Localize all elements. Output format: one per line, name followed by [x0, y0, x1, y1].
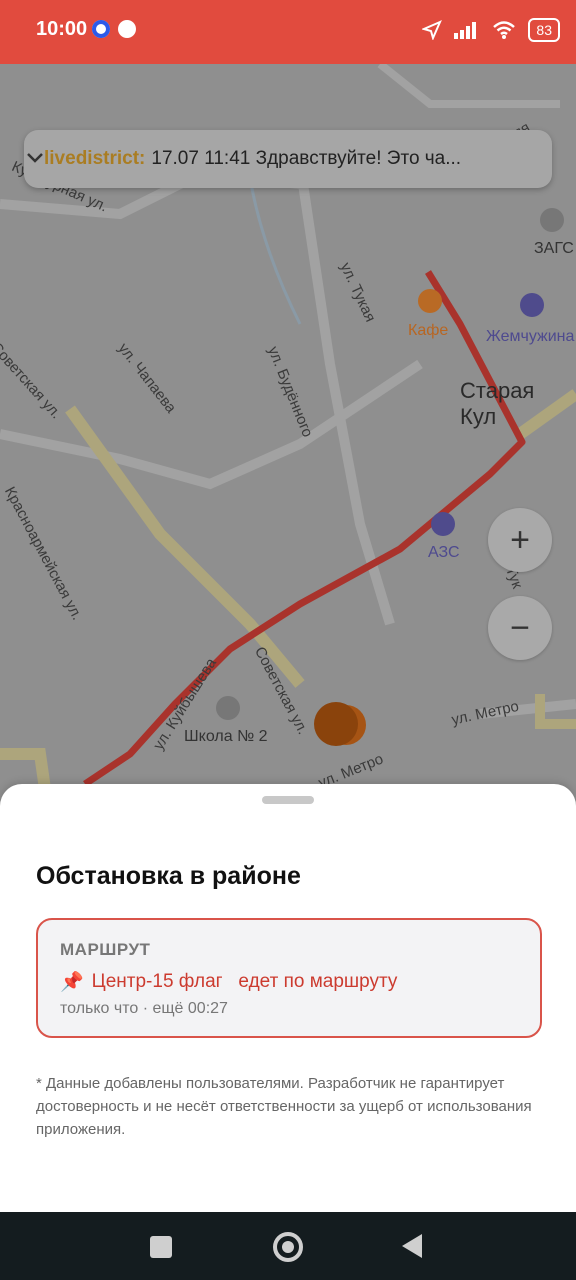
notification-user: livedistrict: [44, 148, 146, 169]
poi-zhemchuzhina[interactable]: Жемчужина [486, 328, 574, 346]
event-text: Центр-15 флаг едет по маршруту [91, 971, 398, 992]
event-meta: только что · ещё 00:27 [60, 1000, 228, 1017]
recent-apps-button[interactable] [150, 1236, 172, 1258]
sheet-title: Обстановка в районе [36, 862, 301, 890]
zoom-out-button[interactable]: − [488, 596, 552, 660]
home-button[interactable] [273, 1232, 303, 1262]
poi-azs[interactable]: АЗС [428, 544, 460, 562]
sheet-drag-handle[interactable] [262, 796, 314, 804]
chevron-down-icon[interactable] [24, 146, 46, 168]
status-time: 10:00 [36, 18, 88, 40]
district-label: Старая Кул [460, 378, 535, 429]
status-bar: 10:00 83 [0, 0, 576, 64]
app-notification-icon [118, 20, 136, 38]
poi-zags[interactable]: ЗАГС [534, 240, 574, 258]
bottom-sheet[interactable]: Обстановка в районе МАРШРУТ 📌 Центр-15 ф… [0, 784, 576, 1212]
zoom-in-button[interactable]: + [488, 508, 552, 572]
back-button[interactable] [402, 1234, 422, 1258]
disclaimer-text: * Данные добавлены пользователями. Разра… [36, 1075, 532, 1138]
event-type: МАРШРУТ [60, 940, 151, 959]
event-card[interactable]: МАРШРУТ 📌 Центр-15 флаг едет по маршруту… [36, 918, 542, 1038]
poi-school[interactable]: Школа № 2 [184, 728, 268, 746]
map-view[interactable]: Культурная ул. Советская ул. ул. Чапаева… [0, 64, 576, 864]
chat-notification[interactable]: livedistrict: 17.07 11:41 Здравствуйте! … [24, 130, 552, 188]
signal-icon [454, 22, 477, 39]
notification-message: 17.07 11:41 Здравствуйте! Это ча... [151, 148, 462, 169]
messenger-icon [92, 20, 110, 38]
location-arrow-icon [422, 20, 443, 40]
pin-icon: 📌 [60, 972, 84, 993]
wifi-icon [493, 21, 516, 39]
poi-cafe[interactable]: Кафе [408, 322, 448, 340]
system-nav-bar [0, 1212, 576, 1280]
battery-indicator: 83 [528, 18, 560, 42]
